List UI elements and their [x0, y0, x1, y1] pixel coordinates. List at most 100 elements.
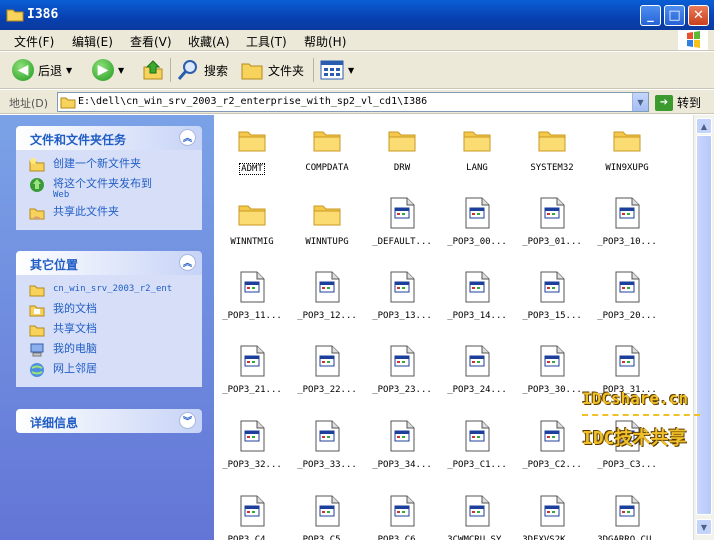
file-item[interactable]: _POP3_10... [589, 197, 665, 247]
file-icon [364, 420, 440, 456]
file-item[interactable]: _POP3_21... [214, 345, 290, 395]
other-places-header[interactable]: 其它位置 ︽ [16, 251, 202, 275]
file-item[interactable]: _POP3_12... [289, 271, 365, 321]
file-item[interactable]: _POP3_15... [514, 271, 590, 321]
file-item[interactable]: _POP3_C6... [364, 495, 440, 540]
file-item[interactable]: 3DFXVS2K... [514, 495, 590, 540]
task-publish-web[interactable]: 将这个文件夹发布到 Web [16, 176, 202, 204]
collapse-chevron-icon[interactable]: ︽ [179, 129, 196, 146]
title-bar: I386 _ □ ✕ [0, 0, 714, 30]
place-shared-documents[interactable]: 共享文档 [16, 321, 202, 341]
vertical-scrollbar[interactable]: ▲ ▼ [693, 115, 714, 540]
collapse-chevron-icon[interactable]: ︽ [179, 254, 196, 271]
close-button[interactable]: ✕ [688, 5, 709, 26]
menu-favorites[interactable]: 收藏(A) [188, 33, 230, 50]
file-item[interactable]: _DEFAULT... [364, 197, 440, 247]
menu-view[interactable]: 查看(V) [130, 33, 172, 50]
address-input[interactable]: E:\dell\cn_win_srv_2003_r2_enterprise_wi… [57, 92, 649, 112]
item-label: 3DGARRO.CU_ [597, 535, 657, 540]
file-item[interactable]: _POP3_30... [514, 345, 590, 395]
file-item[interactable]: _POP3_01... [514, 197, 590, 247]
menu-edit[interactable]: 编辑(E) [72, 33, 113, 50]
scroll-thumb[interactable] [696, 135, 712, 515]
file-item[interactable]: _POP3_C4... [214, 495, 290, 540]
views-button[interactable]: ▼ [320, 57, 354, 83]
place-my-documents[interactable]: 我的文档 [16, 301, 202, 321]
folder-item[interactable]: WINNTUPG [289, 197, 365, 247]
folder-icon [60, 94, 76, 113]
file-item[interactable]: _POP3_31... [589, 345, 665, 395]
file-item[interactable]: _POP3_20... [589, 271, 665, 321]
my-documents-icon [29, 302, 45, 321]
views-dropdown-icon[interactable]: ▼ [348, 66, 354, 75]
item-label: WIN9XUPG [605, 163, 649, 173]
forward-dropdown-icon[interactable]: ▼ [118, 66, 124, 75]
file-icon [289, 345, 365, 381]
other-places-panel: 其它位置 ︽ cn_win_srv_2003_r2_ent 我的文档 共享文档 … [16, 251, 202, 387]
minimize-button[interactable]: _ [640, 5, 661, 26]
file-item[interactable]: _POP3_C1... [439, 420, 515, 470]
file-icon [439, 420, 515, 456]
item-label: _POP3_33... [297, 460, 357, 470]
file-item[interactable]: _POP3_C2... [514, 420, 590, 470]
file-item[interactable]: _POP3_24... [439, 345, 515, 395]
folder-item[interactable]: WINNTMIG [214, 197, 290, 247]
file-item[interactable]: _POP3_14... [439, 271, 515, 321]
folder-item[interactable]: SYSTEM32 [514, 123, 590, 173]
back-dropdown-icon[interactable]: ▼ [66, 66, 72, 75]
task-label: 将这个文件夹发布到 [53, 177, 152, 190]
up-folder-button[interactable] [142, 57, 164, 83]
folder-item[interactable]: COMPDATA [289, 123, 365, 173]
search-button[interactable]: 搜索 [176, 57, 228, 83]
address-dropdown-icon[interactable]: ▼ [632, 93, 648, 111]
file-icon [364, 345, 440, 381]
item-label: _DEFAULT... [372, 237, 432, 247]
file-item[interactable]: _POP3_32... [214, 420, 290, 470]
item-label: SYSTEM32 [530, 163, 574, 173]
folder-item[interactable]: WIN9XUPG [589, 123, 665, 173]
file-item[interactable]: 3DGARRO.CU_ [589, 495, 665, 540]
folder-item[interactable]: DRW [364, 123, 440, 173]
file-tasks-header[interactable]: 文件和文件夹任务 ︽ [16, 126, 202, 150]
file-list-view[interactable]: ADMT COMPDATA DRW LANG SYSTEM32 WIN9XUPG WINNT… [214, 115, 692, 540]
item-label: DRW [393, 163, 411, 173]
address-label: 地址(D) [9, 97, 49, 110]
folders-button[interactable]: 文件夹 [240, 57, 304, 83]
folder-icon [589, 123, 665, 159]
expand-chevron-icon[interactable]: ︾ [179, 412, 196, 429]
maximize-button[interactable]: □ [664, 5, 685, 26]
file-icon [439, 345, 515, 381]
folder-item[interactable]: LANG [439, 123, 515, 173]
item-label: _POP3_22... [297, 385, 357, 395]
new-folder-icon [29, 157, 45, 176]
menu-help[interactable]: 帮助(H) [304, 33, 346, 50]
file-item[interactable]: 3CWMCRU.SY_ [439, 495, 515, 540]
file-item[interactable]: _POP3_11... [214, 271, 290, 321]
place-my-computer[interactable]: 我的电脑 [16, 341, 202, 361]
task-share-folder[interactable]: 共享此文件夹 [16, 204, 202, 224]
scroll-up-icon[interactable]: ▲ [696, 118, 712, 134]
file-item[interactable]: _POP3_C5... [289, 495, 365, 540]
file-item[interactable]: _POP3_34... [364, 420, 440, 470]
task-new-folder[interactable]: 创建一个新文件夹 [16, 156, 202, 176]
place-network[interactable]: 网上邻居 [16, 361, 202, 381]
menu-tools[interactable]: 工具(T) [246, 33, 287, 50]
file-item[interactable]: _POP3_22... [289, 345, 365, 395]
details-header[interactable]: 详细信息 ︾ [16, 409, 202, 433]
go-button[interactable]: ➔ 转到 [655, 94, 701, 111]
file-item[interactable]: _POP3_33... [289, 420, 365, 470]
menu-file[interactable]: 文件(F) [14, 33, 54, 50]
back-button[interactable]: ◀ 后退 ▼ [12, 57, 72, 83]
file-item[interactable]: _POP3_00... [439, 197, 515, 247]
toolbar: ◀ 后退 ▼ ▶ ▼ 搜索 文件夹 ▼ [0, 52, 714, 89]
item-label: _POP3_15... [522, 311, 582, 321]
folder-item[interactable]: ADMT [214, 123, 290, 178]
place-label: 我的电脑 [53, 342, 97, 355]
place-parent-folder[interactable]: cn_win_srv_2003_r2_ent [16, 281, 202, 301]
file-item[interactable]: _POP3_23... [364, 345, 440, 395]
item-label: _POP3_30... [522, 385, 582, 395]
scroll-down-icon[interactable]: ▼ [696, 519, 712, 535]
place-label: 网上邻居 [53, 362, 97, 375]
forward-button[interactable]: ▶ ▼ [92, 57, 124, 83]
file-item[interactable]: _POP3_13... [364, 271, 440, 321]
